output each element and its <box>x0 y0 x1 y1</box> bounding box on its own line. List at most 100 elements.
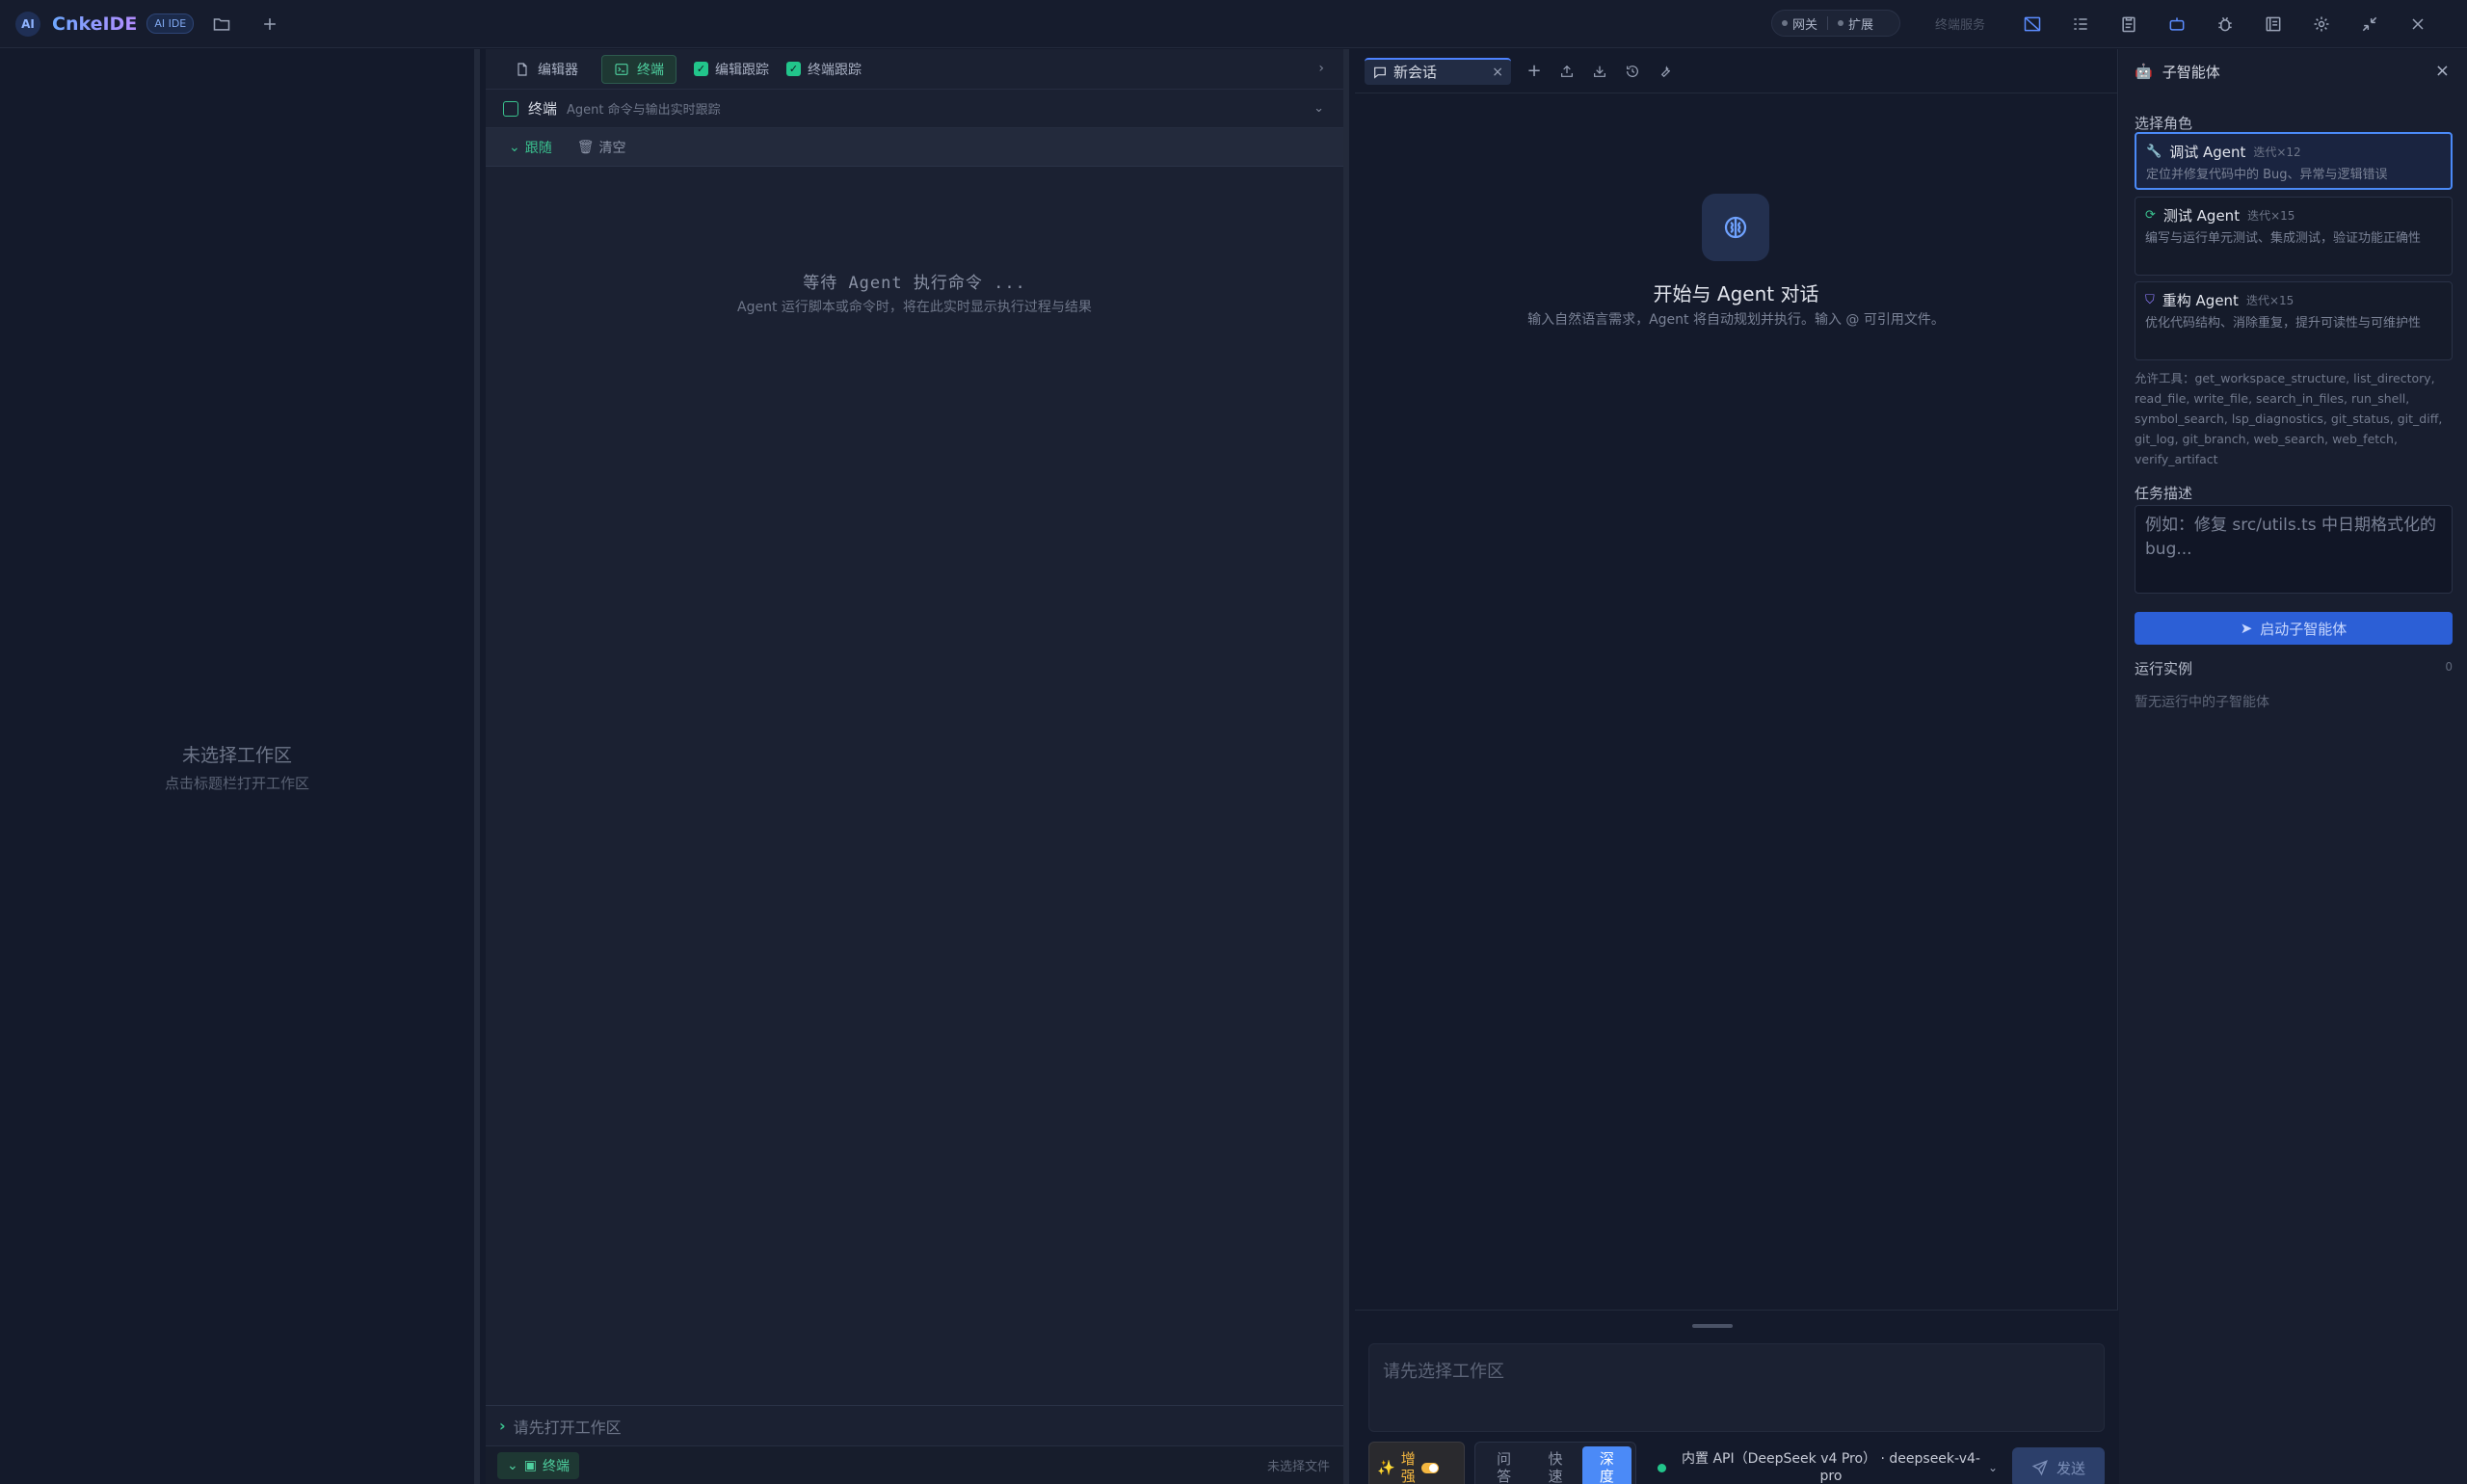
role-name: 调试 Agent <box>2169 144 2246 161</box>
subagent-panel: 🤖 子智能体 × 选择角色 🔧 调试 Agent 迭代×12 定位并修复代码中的… <box>2119 49 2467 1484</box>
terminal-header-title: 终端 <box>528 100 558 118</box>
subagent-title: 子智能体 <box>2162 63 2220 81</box>
model-selector[interactable]: 内置 API（DeepSeek v4 Pro） · deepseek-v4- p… <box>1682 1450 1980 1484</box>
allowed-tools: 允许工具：get_workspace_structure, list_direc… <box>2135 371 2443 466</box>
app-logo: AI <box>15 11 40 37</box>
waiting-title: 等待 Agent 执行命令 ... <box>803 274 1026 293</box>
terminal-prompt[interactable]: › 请先打开工作区 <box>486 1405 1343 1445</box>
terminal-panel: 编辑器 终端 ✓ 编辑跟踪 ✓ 终端跟踪 › 终端 Agent 命令与输出实时跟… <box>486 49 1349 1484</box>
role-iterations: 迭代×15 <box>2245 294 2295 307</box>
clear-button[interactable]: 🗑 清空 <box>577 138 626 157</box>
role-card-debug[interactable]: 🔧 调试 Agent 迭代×12 定位并修复代码中的 Bug、异常与逻辑错误 <box>2135 132 2453 190</box>
send-icon: ➤ <box>2240 620 2253 637</box>
terminal-prompt-text: 请先打开工作区 <box>513 1418 622 1437</box>
role-description: 优化代码结构、消除重复，提升可读性与可维护性 <box>2145 316 2422 331</box>
service-status-pill[interactable]: 网关 扩展 <box>1771 10 1900 37</box>
follow-label: 跟随 <box>524 140 552 156</box>
terminal-follow-checkbox[interactable]: ✓ 终端跟踪 <box>786 60 862 79</box>
terminal-actions: ⌄ 跟随 🗑 清空 <box>486 128 1343 167</box>
wrench-icon: 🔧 <box>2146 145 2162 159</box>
shield-icon: ⛉ <box>2145 293 2155 307</box>
open-folder-icon[interactable] <box>205 8 238 40</box>
role-card-refactor[interactable]: ⛉ 重构 Agent 迭代×15 优化代码结构、消除重复，提升可读性与可维护性 <box>2135 281 2453 360</box>
close-icon[interactable]: × <box>2435 61 2450 81</box>
new-chat-plus-icon[interactable]: + <box>1525 61 1544 81</box>
terminal-header-subtitle: Agent 命令与输出实时跟踪 <box>567 103 721 118</box>
download-icon[interactable] <box>1590 62 1609 81</box>
robot-icon[interactable] <box>2161 8 2193 40</box>
terminal-icon: ▣ <box>523 1457 537 1473</box>
notebook-icon[interactable] <box>2257 8 2290 40</box>
tab-editor-label: 编辑器 <box>538 62 578 78</box>
mode-deep[interactable]: 深 度 <box>1581 1446 1631 1484</box>
chevron-down-icon[interactable]: ⌄ <box>1313 101 1324 116</box>
chat-input-area: 请先选择工作区 ✨ 增 强 问 答 快 速 深 度 内置 API（DeepSee… <box>1355 1310 2118 1484</box>
close-tab-icon[interactable]: × <box>1492 65 1503 80</box>
chat-panel: 新会话 × + 开始与 Agent 对话 输入自然语言需求，Agent 将自动规… <box>1355 49 2118 1484</box>
mode-fast[interactable]: 快 速 <box>1530 1446 1579 1484</box>
running-count: 0 <box>2445 660 2453 674</box>
welcome-subtitle: 输入自然语言需求，Agent 将自动规划并执行。输入 @ 可引用文件。 <box>1527 312 1945 328</box>
tab-terminal[interactable]: 终端 <box>601 54 676 84</box>
chat-tabs: 新会话 × + <box>1355 49 2117 93</box>
settings-gear-icon[interactable] <box>2305 8 2338 40</box>
wrench-icon[interactable] <box>1656 62 1675 81</box>
upload-icon[interactable] <box>1557 62 1577 81</box>
editor-follow-checkbox[interactable]: ✓ 编辑跟踪 <box>694 60 769 79</box>
no-running-text: 暂无运行中的子智能体 <box>2135 695 2269 710</box>
new-window-plus-icon[interactable] <box>253 8 286 40</box>
chevron-down-icon: ⌄ <box>509 139 520 155</box>
tab-editor[interactable]: 编辑器 <box>503 55 590 84</box>
task-label: 任务描述 <box>2135 485 2193 502</box>
terminal-service-button[interactable]: 终端服务 <box>1918 10 2003 37</box>
send-button[interactable]: 发送 <box>2012 1447 2105 1484</box>
history-icon[interactable] <box>1623 62 1642 81</box>
model-name-line2: pro <box>1819 1469 1843 1484</box>
trash-icon: 🗑 <box>576 139 595 155</box>
mode-qa[interactable]: 问 答 <box>1479 1446 1528 1484</box>
gateway-label: 网关 <box>1792 17 1818 33</box>
bug-icon[interactable] <box>2209 8 2242 40</box>
task-list-icon[interactable] <box>2064 8 2097 40</box>
follow-button[interactable]: ⌄ 跟随 <box>509 138 552 157</box>
robot-icon: 🤖 <box>2135 63 2153 80</box>
mode-deep-l2: 度 <box>1599 1468 1614 1484</box>
clipboard-icon[interactable] <box>2112 8 2145 40</box>
close-window-icon[interactable] <box>2401 8 2434 40</box>
mode-fast-l2: 速 <box>1548 1468 1563 1484</box>
subagent-header: 🤖 子智能体 <box>2119 49 2467 93</box>
role-name: 测试 Agent <box>2162 207 2241 225</box>
resize-handle[interactable] <box>1692 1324 1733 1328</box>
hide-panel-icon[interactable] <box>2016 8 2049 40</box>
chat-session-label: 新会话 <box>1393 64 1438 81</box>
status-terminal-tab[interactable]: ⌄ ▣ 终端 <box>497 1451 579 1479</box>
role-iterations: 迭代×15 <box>2247 209 2295 223</box>
tab-terminal-label: 终端 <box>637 62 664 78</box>
select-role-label: 选择角色 <box>2135 115 2193 132</box>
enhance-toggle[interactable]: ✨ 增 强 <box>1368 1442 1465 1484</box>
waiting-subtitle: Agent 运行脚本或命令时，将在此实时显示执行过程与结果 <box>737 300 1092 315</box>
brain-icon <box>1702 194 1769 261</box>
terminal-header: 终端 Agent 命令与输出实时跟踪 <box>486 90 1343 128</box>
chat-input[interactable]: 请先选择工作区 <box>1368 1343 2105 1432</box>
status-terminal-label: 终端 <box>542 1458 570 1474</box>
prompt-caret-icon: › <box>499 1417 506 1435</box>
workspace-empty-hint: 点击标题栏打开工作区 <box>164 774 309 792</box>
mode-qa-l2: 答 <box>1497 1468 1512 1484</box>
role-card-test[interactable]: ⟳ 测试 Agent 迭代×15 编写与运行单元测试、集成测试，验证功能正确性 <box>2135 197 2453 276</box>
chat-session-tab[interactable]: 新会话 × <box>1365 57 1511 85</box>
minimize-collapse-icon[interactable] <box>2353 8 2386 40</box>
mode-fast-l1: 快 <box>1548 1450 1563 1468</box>
chevron-right-icon[interactable]: › <box>1318 61 1324 76</box>
role-iterations: 迭代×12 <box>2253 146 2301 159</box>
enhance-switch[interactable] <box>1420 1462 1439 1473</box>
terminal-icon <box>503 100 518 117</box>
task-description-input[interactable]: 例如：修复 src/utils.ts 中日期格式化的 bug... <box>2135 505 2453 594</box>
chevron-down-icon[interactable]: ⌄ <box>1988 1461 1998 1474</box>
launch-subagent-button[interactable]: ➤ 启动子智能体 <box>2135 612 2453 645</box>
ai-ide-badge: AI IDE <box>146 13 195 34</box>
enhance-label-1: 增 <box>1400 1450 1416 1468</box>
mode-deep-l1: 深 <box>1599 1450 1614 1468</box>
editor-follow-label: 编辑跟踪 <box>715 62 769 78</box>
status-file: 未选择文件 <box>1266 1460 1330 1474</box>
